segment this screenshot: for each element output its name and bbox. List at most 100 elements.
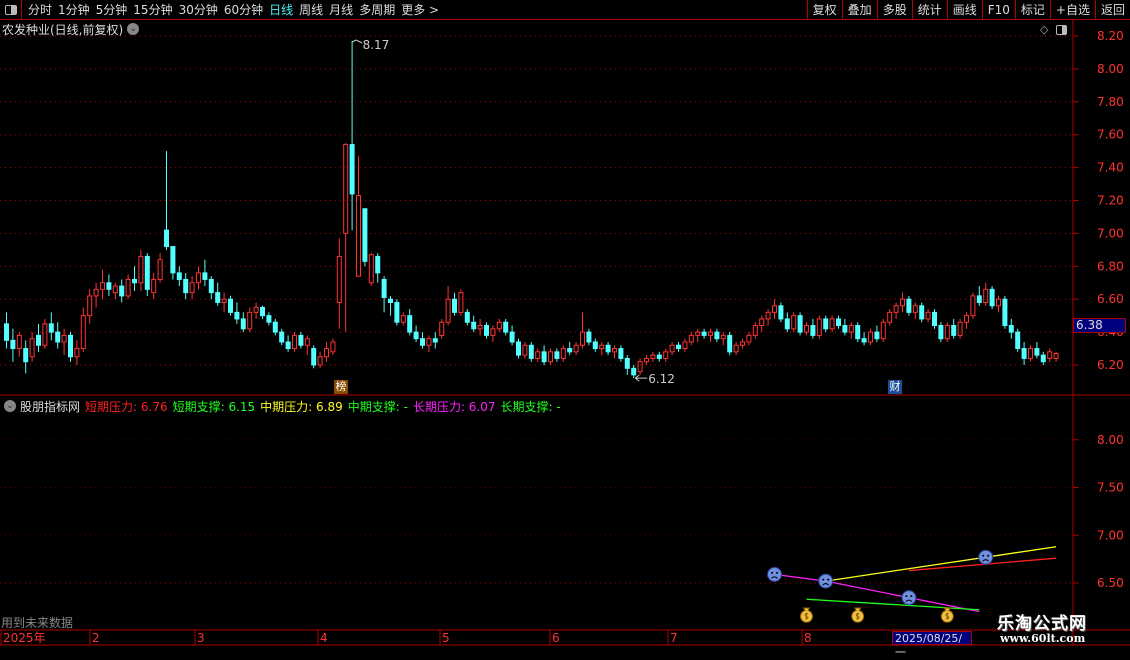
candle-up	[612, 348, 617, 353]
candle-up	[829, 318, 835, 330]
indicator-tick-label: 6.50	[1097, 576, 1124, 590]
candle-down	[484, 325, 489, 336]
candle-up	[445, 298, 451, 323]
candle-down	[381, 278, 387, 299]
candle-down	[119, 285, 125, 297]
candle-up	[816, 318, 822, 336]
time-axis-label: 2025年	[3, 631, 46, 645]
indicator-tick-label: 7.00	[1097, 528, 1124, 542]
candle-down	[176, 272, 182, 280]
candle-up	[477, 325, 483, 330]
price-tick-label: 8.00	[1097, 62, 1124, 76]
candle-down	[208, 278, 214, 294]
candle-up	[720, 334, 726, 340]
candle-down	[631, 367, 637, 376]
indicator-line	[825, 546, 1057, 582]
candle-down	[836, 318, 841, 327]
candle-down	[567, 348, 573, 353]
price-tick-label: 7.80	[1097, 95, 1124, 109]
candle-down	[394, 301, 400, 323]
candle-up	[740, 341, 745, 346]
candle-down	[874, 331, 880, 340]
face-eye	[771, 571, 773, 574]
candle-down	[1008, 325, 1014, 333]
candle-up	[324, 348, 329, 358]
candle-up	[490, 328, 496, 336]
cursor-date: 2025/08/25/一	[892, 631, 972, 659]
indicator-name: 股朋指标网	[20, 399, 81, 414]
candle-down	[464, 311, 470, 323]
cai-marker[interactable]: 财	[888, 380, 902, 394]
candle-up	[253, 306, 259, 313]
candle-up	[925, 311, 931, 320]
candle-up	[848, 325, 854, 333]
candle-up	[87, 295, 93, 317]
sad-face-icon	[901, 590, 917, 606]
candle-down	[861, 338, 867, 343]
candle-down	[23, 348, 29, 363]
candle-up	[42, 323, 48, 346]
candle-up	[317, 356, 323, 366]
candle-up	[887, 311, 893, 323]
chevron-down-icon[interactable]: ⌄	[4, 400, 16, 412]
candle-down	[727, 334, 733, 353]
candle-down	[797, 315, 803, 333]
candle-down	[132, 278, 137, 284]
candle-up	[983, 288, 989, 303]
candle-down	[855, 325, 861, 340]
time-axis-label: 8	[804, 631, 812, 645]
candle-down	[202, 272, 208, 280]
face-circle	[978, 549, 994, 565]
candle-down	[701, 331, 707, 336]
sad-face-icon	[818, 573, 834, 589]
candle-up	[151, 278, 157, 294]
candle-down	[605, 344, 611, 353]
price-tick-label: 7.00	[1097, 226, 1124, 240]
candle-down	[407, 315, 413, 333]
face-eye	[982, 554, 985, 557]
candle-up	[400, 315, 406, 323]
candle-down	[240, 318, 246, 330]
candle-up	[733, 344, 739, 353]
candle-up	[688, 334, 694, 343]
kline-chart: 8.208.007.807.607.407.207.006.806.606.40…	[0, 20, 1130, 646]
indicator-value-2: 中期压力: 6.89	[260, 399, 343, 414]
candle-up	[996, 298, 1001, 307]
candle-up	[522, 344, 528, 356]
time-axis-label: 3	[197, 631, 205, 645]
face-eye	[987, 554, 990, 557]
candle-down	[36, 334, 41, 346]
candle-up	[1047, 351, 1053, 359]
face-eye	[910, 595, 913, 598]
candle-down	[919, 305, 925, 320]
candle-up	[112, 285, 118, 294]
candle-down	[452, 298, 457, 313]
bang-marker[interactable]: 榜	[334, 380, 348, 394]
time-axis-label: 2	[92, 631, 100, 645]
candle-up	[330, 341, 336, 353]
face-circle	[818, 573, 834, 589]
candle-up	[644, 357, 649, 363]
price-tick-label: 7.20	[1097, 194, 1124, 208]
candle-up	[580, 331, 585, 346]
candle-down	[1021, 348, 1027, 359]
candle-up	[912, 305, 918, 313]
candle-down	[266, 315, 272, 323]
high-arrow	[351, 39, 363, 44]
candle-down	[471, 321, 477, 330]
indicator-tick-label: 8.00	[1097, 433, 1124, 447]
candle-up	[80, 315, 86, 350]
indicator-value-4: 长期压力: 6.07	[412, 399, 496, 414]
candle-down	[541, 351, 547, 363]
candle-down	[624, 357, 630, 369]
candle-down	[4, 323, 9, 341]
future-data-note: 用到未来数据	[1, 616, 74, 630]
candle-down	[285, 341, 291, 350]
candle-up	[535, 351, 541, 359]
candle-down	[48, 323, 54, 333]
candle-up	[964, 315, 969, 323]
candle-up	[772, 305, 777, 313]
watermark-url: www.60lt.com	[1000, 632, 1086, 645]
candle-down	[279, 331, 285, 343]
candle-down	[170, 246, 176, 274]
